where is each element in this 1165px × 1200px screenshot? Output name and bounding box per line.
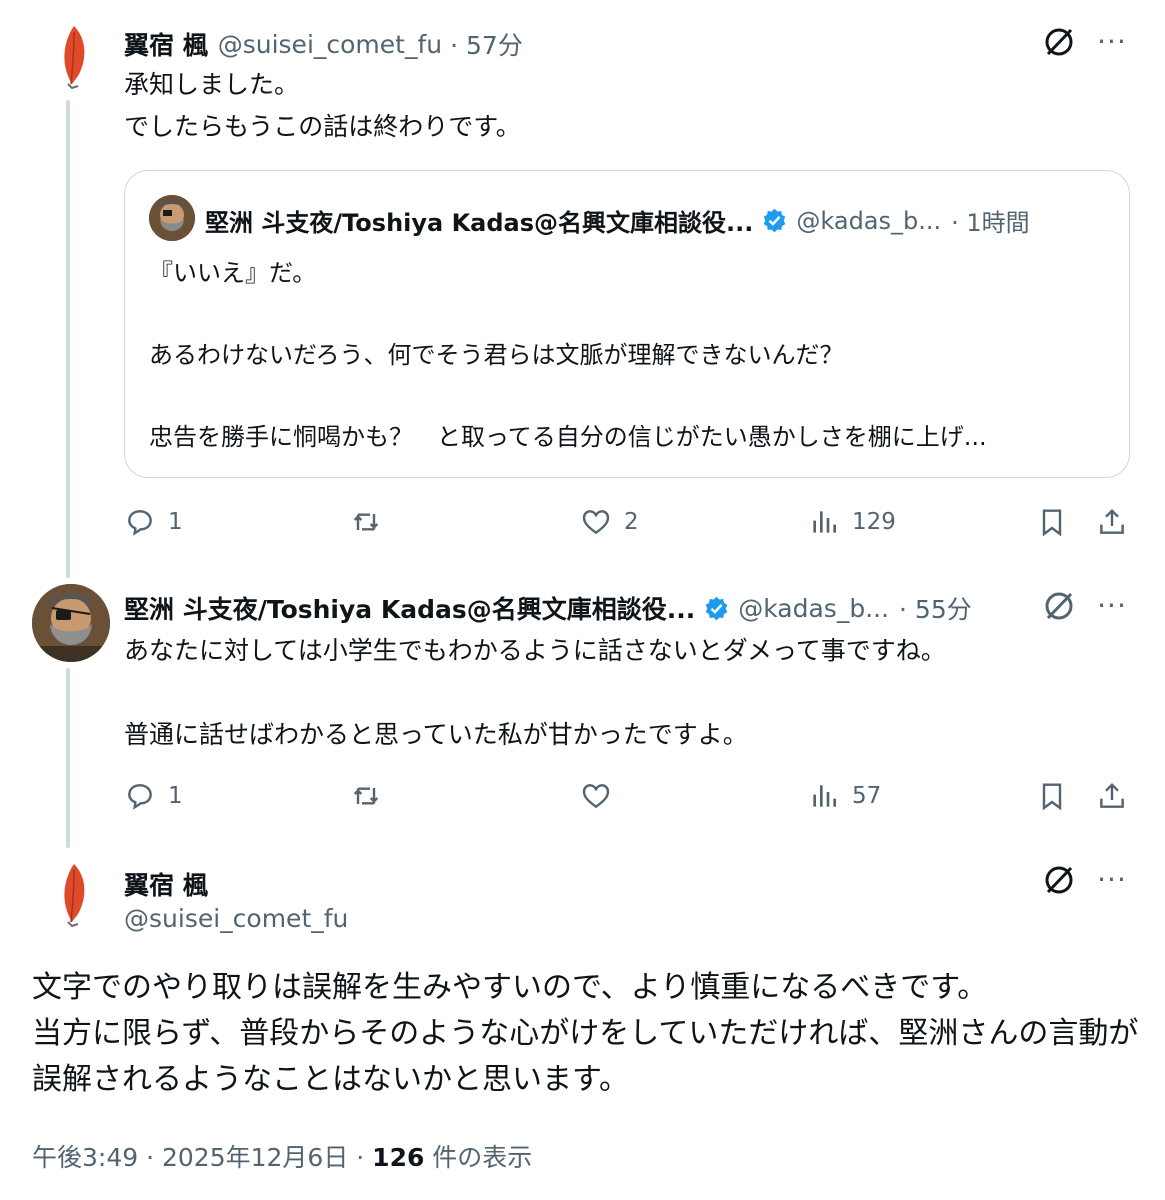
- tweet-actions: 1 2 129: [124, 502, 1134, 542]
- like-icon: [582, 510, 610, 535]
- verified-badge-icon: [705, 596, 728, 620]
- reply-icon: [128, 510, 152, 536]
- avatar[interactable]: [52, 862, 96, 932]
- reply-count: 1: [168, 509, 183, 535]
- quote-header: 堅洲 斗支夜/Toshiya Kadas@名興文庫相談役... @kadas_b…: [205, 203, 1030, 238]
- display-name[interactable]: 翼宿 楓: [124, 866, 208, 902]
- main-tweet-name: 翼宿 楓: [124, 866, 208, 902]
- retweet-icon: [353, 787, 379, 805]
- more-icon[interactable]: ···: [1094, 24, 1130, 60]
- like-icon: [582, 784, 610, 809]
- tweet-header: 堅洲 斗支夜/Toshiya Kadas@名興文庫相談役... @kadas_b…: [124, 590, 972, 626]
- quote-handle: @kadas_b...: [796, 206, 942, 235]
- tweet-text: 承知しました。 でしたらもうこの話は終わりです。: [124, 70, 521, 141]
- views-button[interactable]: 129: [808, 502, 896, 542]
- tweet-header: 翼宿 楓 @suisei_comet_fu · 57分: [124, 26, 523, 62]
- bearded-man-avatar-icon: [149, 195, 195, 241]
- more-icon[interactable]: ···: [1094, 588, 1130, 624]
- bookmark-button[interactable]: [1036, 776, 1068, 816]
- bookmark-icon: [1042, 783, 1062, 811]
- tweet-meta: 午後3:49 · 2025年12月6日 · 126 件の表示: [32, 1138, 532, 1174]
- view-count: 57: [852, 783, 882, 809]
- view-label: 件の表示: [424, 1143, 533, 1172]
- handle[interactable]: @suisei_comet_fu: [218, 30, 442, 59]
- like-button[interactable]: 2: [580, 502, 639, 542]
- avatar: [149, 195, 195, 241]
- quote-timestamp: · 1時間: [951, 209, 1030, 237]
- more-icon[interactable]: ···: [1094, 862, 1130, 898]
- reply-button[interactable]: 1: [124, 776, 183, 816]
- timestamp[interactable]: · 55分: [899, 590, 972, 626]
- retweet-button[interactable]: [350, 502, 394, 542]
- bearded-man-avatar-icon: [32, 584, 110, 662]
- share-icon: [1100, 508, 1124, 534]
- quote-display-name: 堅洲 斗支夜/Toshiya Kadas@名興文庫相談役...: [205, 209, 754, 237]
- like-button[interactable]: [580, 776, 624, 816]
- grok-icon[interactable]: [1041, 24, 1077, 60]
- avatar[interactable]: [52, 24, 96, 94]
- tweet-text: あなたに対しては小学生でもわかるように話さないとダメって事ですね。 普通に話せば…: [124, 636, 946, 749]
- avatar[interactable]: [32, 584, 110, 662]
- quote-tweet-card[interactable]: 堅洲 斗支夜/Toshiya Kadas@名興文庫相談役... @kadas_b…: [124, 170, 1130, 478]
- retweet-button[interactable]: [350, 776, 394, 816]
- grok-icon[interactable]: [1041, 862, 1077, 898]
- display-name[interactable]: 翼宿 楓: [124, 26, 208, 62]
- bookmark-button[interactable]: [1036, 502, 1068, 542]
- tweet-timestamp[interactable]: 午後3:49 · 2025年12月6日 ·: [32, 1143, 372, 1172]
- share-button[interactable]: [1096, 776, 1128, 816]
- bookmark-icon: [1042, 509, 1062, 537]
- reply-count: 1: [168, 783, 183, 809]
- verified-badge-icon: [764, 208, 786, 233]
- thread-line-1: [66, 100, 70, 578]
- main-tweet-text: 文字でのやり取りは誤解を生みやすいので、より慎重になるべきです。 当方に限らず、…: [32, 970, 1139, 1097]
- timestamp[interactable]: · 57分: [450, 26, 523, 62]
- share-icon: [1100, 782, 1124, 808]
- quote-text: 『いいえ』だ。 あるわけないだろう、何でそう君らは文脈が理解できないんだ？ 忠告…: [149, 259, 987, 451]
- main-tweet-handle: @suisei_comet_fu: [124, 904, 348, 933]
- like-count: 2: [624, 509, 639, 535]
- quill-avatar-icon: [64, 864, 85, 928]
- view-count: 129: [852, 509, 896, 535]
- grok-icon[interactable]: [1041, 588, 1077, 624]
- reply-icon: [128, 784, 152, 810]
- retweet-icon: [353, 513, 379, 531]
- share-button[interactable]: [1096, 502, 1128, 542]
- views-icon: [813, 511, 836, 533]
- tweet-actions: 1 57: [124, 776, 1134, 816]
- view-count: 126: [372, 1143, 425, 1172]
- thread-line-2: [66, 668, 70, 848]
- reply-button[interactable]: 1: [124, 502, 183, 542]
- quill-avatar-icon: [64, 26, 85, 90]
- views-button[interactable]: 57: [808, 776, 881, 816]
- display-name[interactable]: 堅洲 斗支夜/Toshiya Kadas@名興文庫相談役...: [124, 590, 695, 626]
- handle[interactable]: @suisei_comet_fu: [124, 904, 348, 933]
- handle[interactable]: @kadas_b...: [738, 594, 889, 623]
- views-icon: [813, 785, 836, 807]
